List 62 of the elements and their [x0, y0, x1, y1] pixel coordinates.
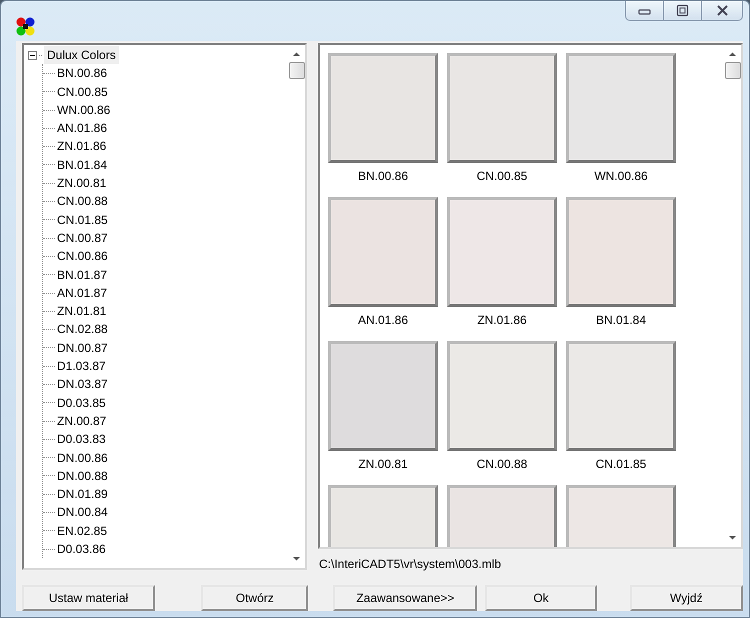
swatch-label: CN.00.85 — [476, 168, 528, 185]
close-icon — [716, 4, 728, 17]
scrollbar-thumb[interactable] — [724, 62, 740, 79]
maximize-icon — [676, 4, 689, 17]
tree-item[interactable]: D0.03.86 — [57, 540, 106, 558]
color-swatch[interactable] — [566, 53, 676, 163]
scroll-down-icon[interactable] — [292, 554, 301, 563]
dialog-button[interactable]: Otwórz — [201, 585, 308, 611]
color-swatch[interactable] — [566, 197, 676, 307]
swatch-label: WN.00.86 — [593, 168, 649, 185]
color-swatch[interactable] — [447, 197, 557, 307]
swatch-label: AN.01.86 — [356, 312, 410, 329]
tree-item[interactable]: CN.02.88 — [57, 320, 108, 339]
tree-item[interactable]: DN.03.87 — [57, 375, 108, 394]
swatch-label: BN.00.86 — [356, 168, 410, 185]
color-swatch[interactable] — [566, 341, 676, 451]
tree-item[interactable]: D0.03.85 — [57, 394, 106, 412]
tree-item[interactable]: BN.00.86 — [57, 64, 108, 83]
dialog-button[interactable]: Wyjdź — [630, 585, 743, 611]
color-swatch[interactable] — [328, 197, 438, 307]
tree-item[interactable]: DN.01.89 — [57, 485, 108, 504]
app-icon — [16, 17, 35, 36]
swatch-label: BN.01.84 — [594, 312, 648, 329]
tree-item[interactable]: D1.03.87 — [57, 357, 106, 376]
tree-item[interactable]: ZN.01.81 — [57, 302, 106, 320]
tree-item[interactable]: AN.01.87 — [57, 284, 108, 302]
tree-item[interactable]: ZN.01.86 — [57, 137, 106, 156]
tree-item[interactable]: CN.00.86 — [57, 247, 108, 266]
tree-item[interactable]: CN.00.88 — [57, 192, 108, 211]
color-swatch[interactable] — [447, 341, 557, 451]
scroll-down-icon[interactable] — [728, 533, 737, 542]
tree-item[interactable]: EN.02.85 — [57, 522, 108, 540]
swatch-label: CN.01.85 — [594, 456, 648, 473]
swatch-label: ZN.00.81 — [357, 456, 409, 473]
tree-item[interactable]: BN.01.84 — [57, 156, 108, 174]
swatch-label: ZN.01.86 — [476, 312, 528, 329]
tree-item[interactable]: AN.01.86 — [57, 119, 108, 138]
tree-node[interactable]: Dulux Colors — [44, 46, 119, 64]
dialog-button[interactable]: Zaawansowane>> — [333, 585, 478, 611]
scrollbar-thumb[interactable] — [288, 62, 304, 79]
tree-item[interactable]: CN.00.87 — [57, 228, 108, 248]
scroll-up-icon[interactable] — [728, 50, 737, 59]
tree-item[interactable]: ZN.00.81 — [57, 174, 106, 192]
tree-item[interactable]: ZN.00.87 — [57, 412, 106, 430]
collapse-icon[interactable] — [28, 50, 37, 60]
dialog-button[interactable]: Ustaw materiał — [22, 585, 156, 611]
tree-item[interactable]: WN.00.86 — [57, 100, 110, 120]
tree-item[interactable]: BN.01.87 — [57, 266, 108, 284]
swatch-label: CN.00.88 — [476, 456, 528, 473]
color-swatch[interactable] — [328, 53, 438, 163]
tree-item[interactable]: CN.01.85 — [57, 210, 108, 229]
tree-item[interactable]: CN.00.85 — [57, 82, 108, 101]
color-swatch[interactable] — [328, 341, 438, 451]
dialog-button[interactable]: Ok — [485, 585, 597, 611]
tree-item[interactable]: DN.00.88 — [57, 466, 108, 486]
tree-item[interactable]: DN.00.84 — [57, 503, 108, 522]
scroll-up-icon[interactable] — [292, 50, 301, 59]
tree-item[interactable]: D0.03.83 — [57, 430, 106, 449]
color-swatch[interactable] — [447, 53, 557, 163]
file-path: C:\InteriCADT5\vr\system\003.mlb — [319, 556, 502, 573]
tree-item[interactable]: DN.00.86 — [57, 448, 108, 467]
tree-item[interactable]: DN.00.87 — [57, 338, 108, 358]
